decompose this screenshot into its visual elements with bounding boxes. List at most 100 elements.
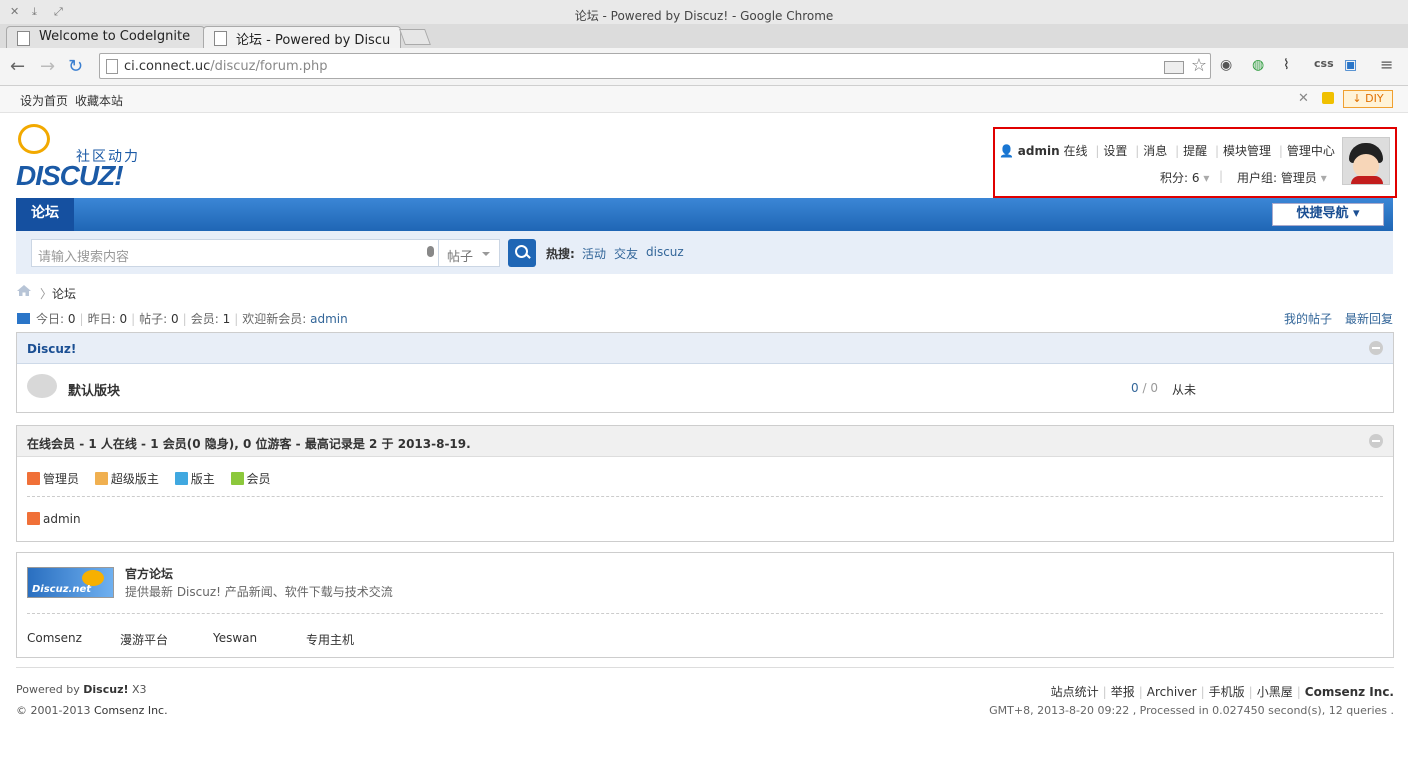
copyright: © 2001-2013 Comsenz Inc. (16, 704, 168, 717)
forum-bubble-icon (27, 374, 57, 398)
admin-center-link[interactable]: 管理中心 (1287, 144, 1335, 158)
browser-toolbar: ← → ↻ ci.connect.uc/discuz/forum.php ☆ ◉… (0, 48, 1408, 86)
feather-extension-icon[interactable]: ⌇ (1283, 57, 1290, 73)
search-bar: 请输入搜索内容 帖子 热搜: 活动 交友 discuz (16, 231, 1393, 274)
page-action-icon[interactable] (1164, 61, 1184, 74)
tab-strip: Welcome to CodeIgnite 论坛 - Powered by Di… (0, 24, 1408, 49)
add-favorite-link[interactable]: 收藏本站 (75, 92, 123, 109)
reload-icon[interactable]: ↻ (68, 56, 83, 77)
online-user[interactable]: admin (27, 512, 81, 526)
window-title: 论坛 - Powered by Discuz! - Google Chrome (574, 9, 834, 23)
supermod-user-icon (94, 472, 108, 485)
page-icon (17, 31, 30, 46)
css-extension-icon[interactable]: css (1314, 57, 1334, 70)
browser-tab-forum[interactable]: 论坛 - Powered by Discu (203, 26, 401, 48)
fullscreen-icon[interactable]: ✕ (1298, 91, 1309, 106)
category-title[interactable]: Discuz! (27, 342, 76, 356)
browser-tab-codeigniter[interactable]: Welcome to CodeIgnite (6, 26, 205, 48)
search-placeholder: 请输入搜索内容 (38, 250, 130, 265)
discuz-link[interactable]: Discuz! (83, 683, 128, 696)
online-status: 在线 (1063, 144, 1088, 158)
search-input[interactable]: 请输入搜索内容 (31, 239, 439, 267)
user-menu: 👤 admin 在线 |设置 |消息 |提醒 |模块管理 |管理中心 |退出 (999, 142, 1375, 159)
legend-member: 会员 (230, 472, 271, 486)
footer-company-link[interactable]: Comsenz Inc. (1305, 685, 1394, 699)
username-link[interactable]: admin (1018, 144, 1060, 158)
newest-member-link[interactable]: admin (310, 312, 348, 326)
collapse-icon[interactable] (1369, 341, 1383, 355)
chrome-menu-icon[interactable]: ≡ (1380, 55, 1393, 74)
monkey-extension-icon[interactable]: ◍ (1252, 57, 1264, 73)
search-button[interactable] (508, 239, 536, 267)
diy-button[interactable]: ↓ DIY (1343, 90, 1393, 108)
latest-reply-link[interactable]: 最新回复 (1345, 310, 1393, 327)
footer-archiver-link[interactable]: Archiver (1147, 685, 1197, 699)
user-panel: 👤 admin 在线 |设置 |消息 |提醒 |模块管理 |管理中心 |退出 积… (993, 127, 1397, 198)
hot-link-discuz[interactable]: discuz (646, 245, 684, 259)
tab-label: Welcome to CodeIgnite (39, 29, 191, 44)
official-forum-desc: 提供最新 Discuz! 产品新闻、软件下载与技术交流 (125, 585, 393, 599)
page-icon (106, 59, 118, 74)
avatar[interactable] (1342, 137, 1390, 185)
footer-blackroom-link[interactable]: 小黑屋 (1257, 685, 1293, 699)
globe-extension-icon[interactable]: ◉ (1220, 57, 1232, 73)
url-text: ci.connect.uc/discuz/forum.php (124, 59, 328, 74)
forward-icon[interactable]: → (40, 56, 55, 77)
credits-dropdown[interactable]: 积分: 6 ▾ (1160, 169, 1209, 186)
link-comsenz[interactable]: Comsenz (27, 631, 82, 645)
user-icon: 👤 (999, 144, 1014, 158)
collapse-icon[interactable] (1369, 434, 1383, 448)
footer-mobile-link[interactable]: 手机版 (1209, 685, 1245, 699)
forum-last-post: 从未 (1172, 383, 1197, 397)
style-icon[interactable] (1322, 92, 1334, 104)
category-box: Discuz! 默认版块 0 / 0 从未 (16, 332, 1394, 413)
breadcrumb-separator: 〉 (40, 287, 53, 301)
back-icon[interactable]: ← (10, 56, 25, 77)
breadcrumb-current[interactable]: 论坛 (52, 285, 76, 302)
link-yeswan[interactable]: Yeswan (213, 631, 257, 645)
hot-link-dating[interactable]: 交友 (614, 245, 638, 262)
notices-link[interactable]: 提醒 (1183, 144, 1207, 158)
online-title: 在线会员 - 1 人在线 - 1 会员(0 隐身), 0 位游客 - 最高记录是… (27, 437, 471, 451)
link-manyou[interactable]: 漫游平台 (120, 631, 168, 648)
friend-links-box: Discuz.net 官方论坛 提供最新 Discuz! 产品新闻、软件下载与技… (16, 552, 1394, 658)
usergroup-dropdown[interactable]: 用户组: 管理员 ▾ (1237, 169, 1327, 186)
quick-nav-button[interactable]: 快捷导航 ▾ (1272, 203, 1384, 226)
legend-mod: 版主 (174, 472, 215, 486)
address-bar[interactable]: ci.connect.uc/discuz/forum.php ☆ (99, 53, 1211, 79)
site-logo[interactable]: DISCUZ! (16, 160, 124, 192)
settings-link[interactable]: 设置 (1103, 144, 1127, 158)
footer-report-link[interactable]: 举报 (1111, 685, 1135, 699)
discuz-net-banner[interactable]: Discuz.net (27, 567, 114, 598)
powered-by: Powered by Discuz! X3 (16, 683, 147, 696)
official-forum-link[interactable]: 官方论坛 (125, 565, 173, 582)
admin-user-icon (27, 512, 40, 525)
admin-user-icon (27, 472, 40, 485)
footer-links: 站点统计 | 举报 | Archiver | 手机版 | 小黑屋 | Comsenz Inc. (1050, 685, 1394, 699)
messages-link[interactable]: 消息 (1143, 144, 1167, 158)
my-posts-link[interactable]: 我的帖子 (1284, 310, 1332, 327)
forum-stats: 今日: 0 | 昨日: 0 | 帖子: 0 | 会员: 1 | 欢迎新会员: admin (17, 310, 348, 327)
set-home-link[interactable]: 设为首页 (20, 92, 68, 109)
hot-link-activity[interactable]: 活动 (582, 245, 606, 262)
link-hosting[interactable]: 专用主机 (306, 631, 354, 648)
mod-user-icon (174, 472, 188, 485)
microphone-icon[interactable] (427, 246, 434, 257)
online-box: 在线会员 - 1 人在线 - 1 会员(0 隐身), 0 位游客 - 最高记录是… (16, 425, 1394, 542)
footer-info: GMT+8, 2013-8-20 09:22 , Processed in 0.… (989, 704, 1394, 717)
hot-search-label: 热搜: (546, 247, 575, 261)
chart-icon (17, 313, 30, 324)
home-icon[interactable] (17, 285, 31, 296)
legend-super-mod: 超级版主 (94, 472, 159, 486)
footer-stats-link[interactable]: 站点统计 (1051, 685, 1099, 699)
new-tab-button[interactable] (399, 29, 431, 45)
screenshot-extension-icon[interactable]: ▣ (1344, 57, 1357, 73)
search-type-select[interactable]: 帖子 (439, 239, 500, 267)
tab-label: 论坛 - Powered by Discu (236, 33, 391, 48)
module-manage-link[interactable]: 模块管理 (1223, 144, 1271, 158)
nav-forum[interactable]: 论坛 (16, 198, 74, 231)
forum-name[interactable]: 默认版块 (68, 380, 120, 399)
bookmark-star-icon[interactable]: ☆ (1191, 55, 1207, 76)
legend-admin: 管理员 (27, 472, 79, 486)
comsenz-link[interactable]: Comsenz Inc. (94, 704, 168, 717)
